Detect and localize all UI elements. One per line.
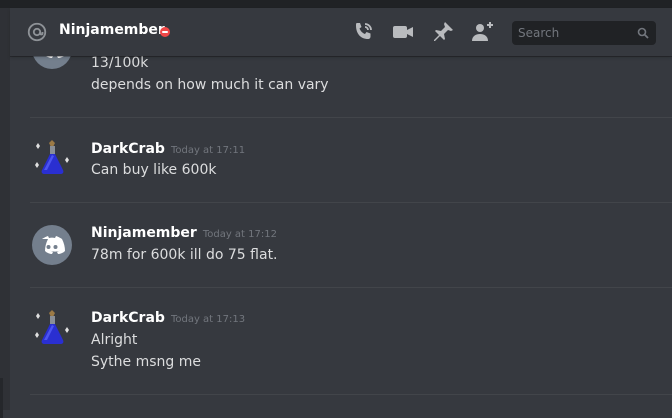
message-list: 13/100k depends on how much it can vary … xyxy=(10,8,672,410)
message-divider xyxy=(30,117,672,118)
dm-recipient-name: Ninjamember xyxy=(59,22,165,38)
message-text: Alright xyxy=(91,332,138,348)
discord-logo-icon xyxy=(42,236,65,254)
scrollbar-stub xyxy=(0,378,3,418)
pin-icon[interactable] xyxy=(431,20,455,44)
add-user-icon[interactable] xyxy=(471,20,495,44)
message-divider xyxy=(30,394,672,395)
avatar[interactable] xyxy=(32,137,72,177)
channel-header: Ninjamember xyxy=(10,8,672,56)
message-author[interactable]: DarkCrab Today at 17:11 xyxy=(91,141,245,157)
dnd-status-icon xyxy=(160,27,170,37)
message-text: 78m for 600k ill do 75 flat. xyxy=(91,247,278,263)
message-text: 13/100k xyxy=(91,55,149,71)
avatar[interactable] xyxy=(32,307,72,347)
call-icon[interactable] xyxy=(351,20,375,44)
message-timestamp: Today at 17:11 xyxy=(170,145,246,156)
message-text: Sythe msng me xyxy=(91,354,201,370)
search-input[interactable] xyxy=(518,21,628,45)
search-box[interactable] xyxy=(512,21,656,45)
potion-avatar-icon xyxy=(35,310,69,344)
message-divider xyxy=(30,202,672,203)
potion-avatar-icon xyxy=(35,140,69,174)
video-icon[interactable] xyxy=(391,20,415,44)
message-timestamp: Today at 17:13 xyxy=(170,314,246,325)
message-author[interactable]: DarkCrab Today at 17:13 xyxy=(91,310,245,326)
message-author[interactable]: Ninjamember Today at 17:12 xyxy=(91,225,277,241)
channel-sidebar-edge xyxy=(0,8,10,418)
message-text: Can buy like 600k xyxy=(91,162,217,178)
at-icon xyxy=(27,22,47,42)
message-divider xyxy=(30,287,672,288)
message-timestamp: Today at 17:12 xyxy=(202,229,277,240)
avatar[interactable] xyxy=(32,225,72,265)
message-text: depends on how much it can vary xyxy=(91,77,329,93)
window-top-bar xyxy=(0,0,672,8)
search-icon[interactable] xyxy=(637,27,649,39)
